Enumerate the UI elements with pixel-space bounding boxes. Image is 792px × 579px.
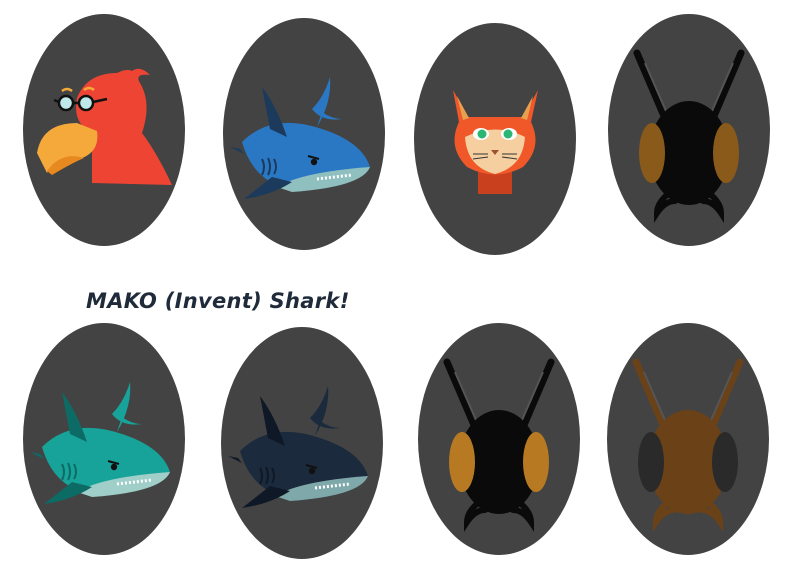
avatar-bug-brown (606, 322, 770, 556)
avatar-oval (607, 323, 769, 555)
avatar-oval (23, 14, 185, 246)
avatar-bird (22, 13, 186, 247)
avatar-teal-shark (22, 322, 186, 556)
avatar-oval (418, 323, 580, 555)
avatar-cat (413, 22, 577, 256)
avatar-oval (221, 327, 383, 559)
avatar-oval (23, 323, 185, 555)
avatar-bug (607, 13, 771, 247)
avatar-oval (608, 14, 770, 246)
avatar-oval (414, 23, 576, 255)
avatar-oval (223, 18, 385, 250)
avatar-blue-shark (222, 17, 386, 251)
avatar-navy-shark (220, 326, 384, 560)
caption-title: MAKO (Invent) Shark! (86, 289, 350, 313)
avatar-bug-gold (417, 322, 581, 556)
